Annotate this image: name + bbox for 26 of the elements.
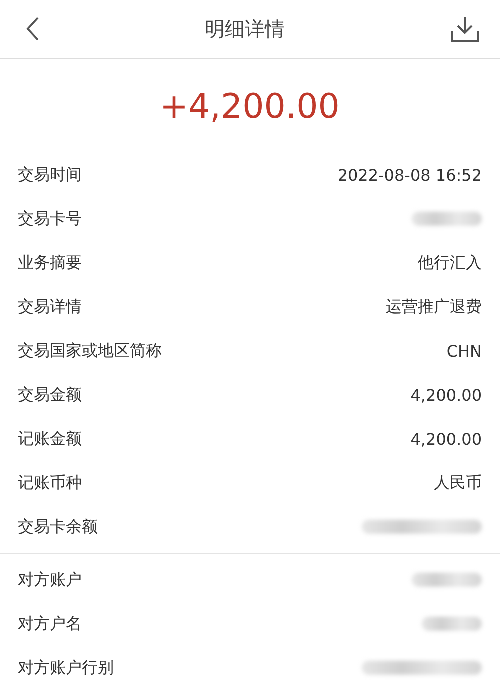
field-label: 记账币种 bbox=[18, 472, 82, 494]
field-label: 交易国家或地区简称 bbox=[18, 340, 162, 362]
field-value: 4,200.00 bbox=[410, 386, 482, 404]
field-label: 对方账户行别 bbox=[18, 656, 114, 679]
blurred-value bbox=[412, 212, 482, 226]
field-label: 交易详情 bbox=[18, 296, 82, 318]
field-label: 业务摘要 bbox=[18, 252, 82, 274]
field-label: 交易卡余额 bbox=[18, 516, 98, 538]
field-label: 记账金额 bbox=[18, 428, 82, 450]
field-value: 他行汇入 bbox=[418, 252, 482, 274]
field-label: 交易金额 bbox=[18, 384, 82, 406]
field-value: 4,200.00 bbox=[410, 430, 482, 448]
field-value: 人民币 bbox=[434, 472, 482, 494]
field-label: 交易时间 bbox=[18, 164, 82, 186]
download-icon[interactable] bbox=[450, 15, 480, 43]
field-value: 运营推广退费 bbox=[386, 296, 482, 318]
field-value: CHN bbox=[446, 342, 482, 360]
page-title: 明细详情 bbox=[205, 16, 285, 42]
field-label: 交易卡号 bbox=[18, 208, 82, 230]
field-label: 对方户名 bbox=[18, 612, 82, 635]
field-label: 对方账户 bbox=[18, 568, 82, 591]
field-value: 2022-08-08 16:52 bbox=[338, 166, 482, 184]
blurred-value bbox=[422, 617, 482, 631]
blurred-value bbox=[412, 573, 482, 587]
amount-text: +4,200.00 bbox=[159, 86, 341, 129]
back-icon[interactable] bbox=[26, 16, 40, 42]
